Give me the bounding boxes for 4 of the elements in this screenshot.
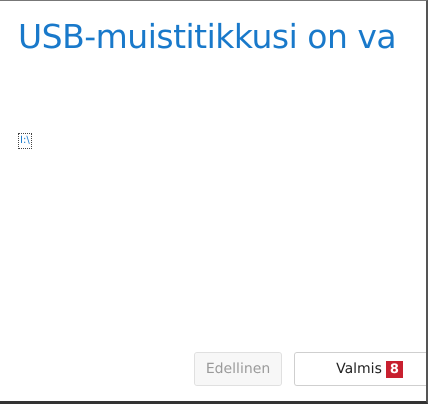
finish-button[interactable]: Valmis 8 — [294, 352, 426, 386]
step-badge: 8 — [386, 360, 403, 378]
page-title: USB-muistitikkusi on va — [18, 16, 398, 58]
drive-link[interactable]: I:\ — [18, 133, 32, 149]
